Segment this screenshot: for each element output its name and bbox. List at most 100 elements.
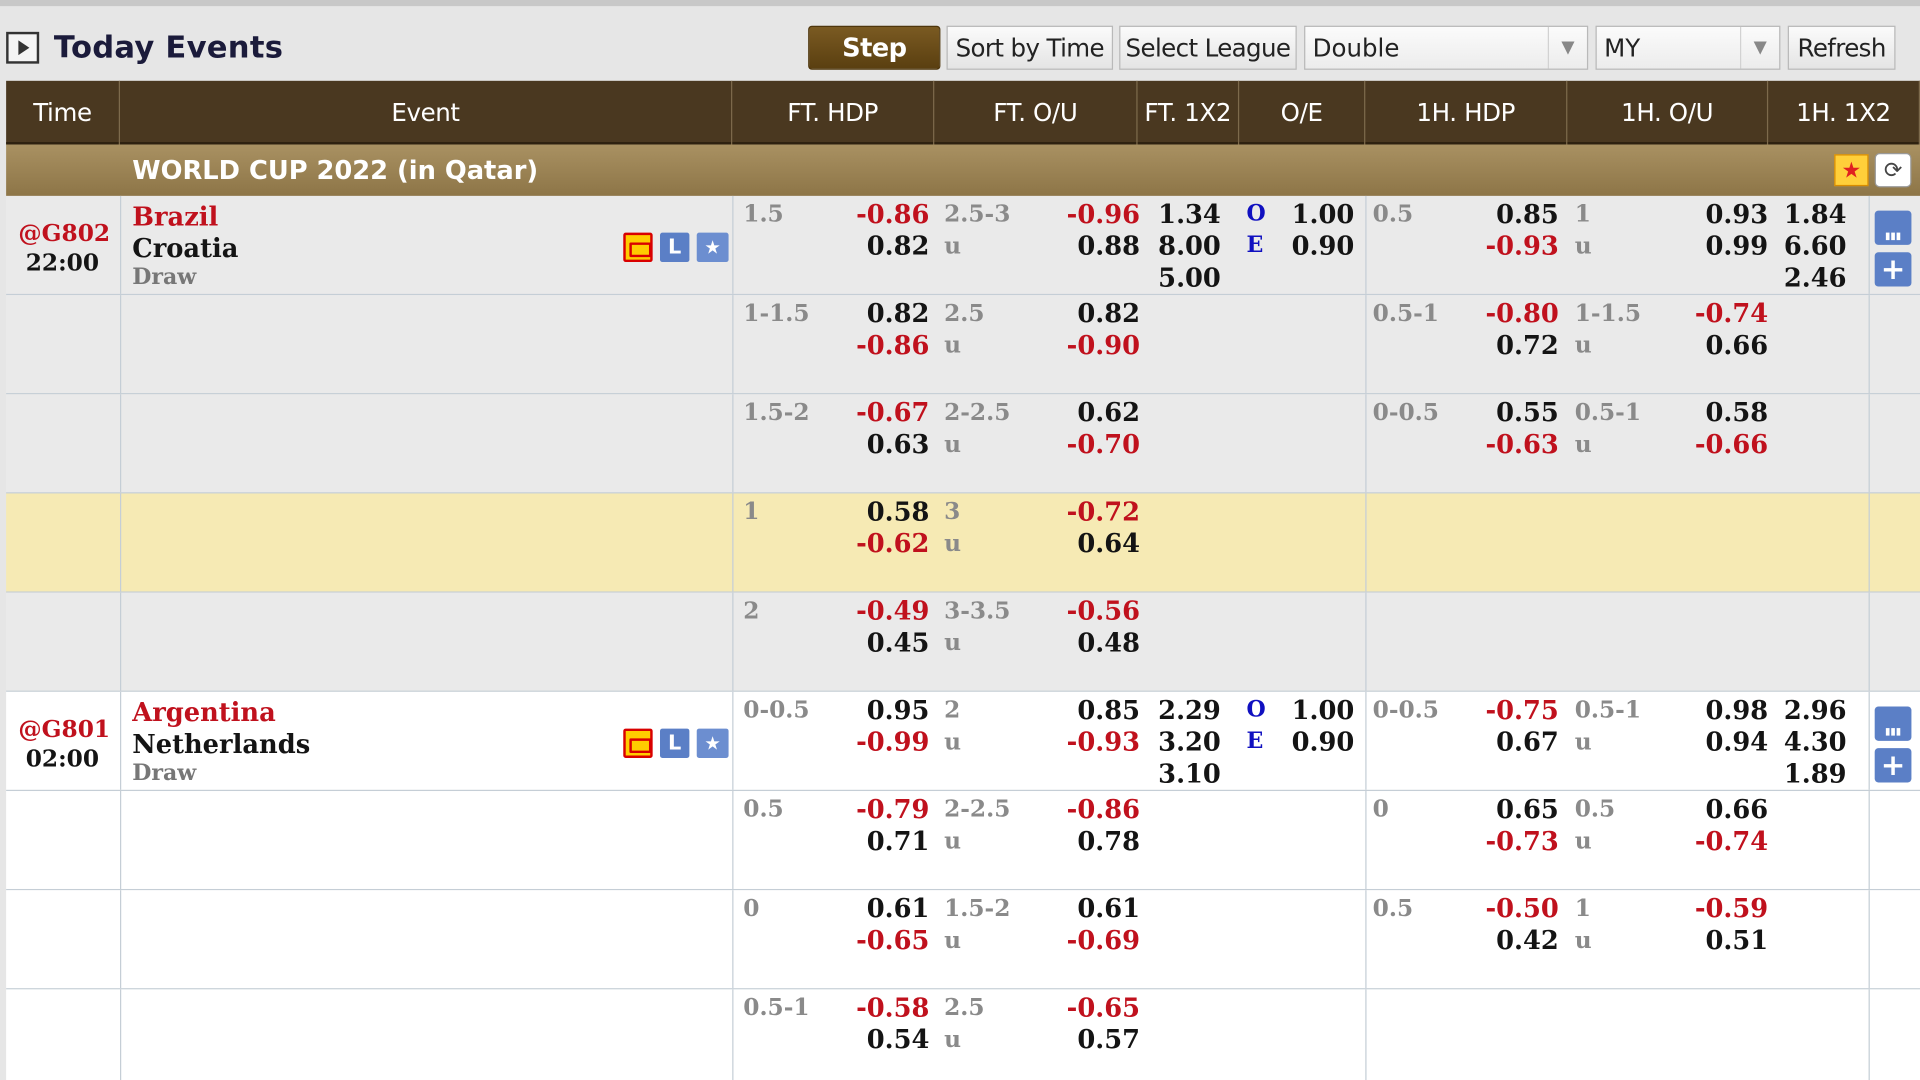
h-1x2-odds[interactable]: 2.46 [1784, 262, 1847, 294]
live-tv-icon[interactable] [623, 728, 653, 758]
ft-hdp-odds-bottom[interactable]: 0.63 [867, 429, 930, 461]
ft-1x2-odds[interactable]: 3.10 [1158, 758, 1221, 790]
ft-hdp-odds-bottom[interactable]: 0.54 [867, 1024, 930, 1056]
odds-type-select[interactable]: MY ▼ [1595, 25, 1781, 70]
ft-ou-odds-bottom[interactable]: -0.69 [1067, 924, 1140, 956]
away-team[interactable]: Croatia [132, 233, 238, 264]
ft-hdp-odds-top[interactable]: -0.58 [856, 992, 929, 1024]
ft-ou-odds-top[interactable]: 0.82 [1077, 298, 1140, 330]
h-hdp-odds-bottom[interactable]: 0.42 [1496, 924, 1559, 956]
odd-odds[interactable]: 1.00 [1292, 198, 1355, 230]
even-odds[interactable]: 0.90 [1292, 726, 1355, 758]
h-hdp-odds-top[interactable]: -0.80 [1485, 298, 1558, 330]
ft-ou-odds-top[interactable]: -0.65 [1067, 992, 1140, 1024]
ft-ou-odds-top[interactable]: -0.72 [1067, 496, 1140, 528]
ft-ou-odds-bottom[interactable]: 0.57 [1077, 1024, 1140, 1056]
chevron-down-icon[interactable]: ▼ [1547, 26, 1587, 69]
ft-hdp-odds-top[interactable]: -0.79 [856, 793, 929, 825]
h-ou-odds-top[interactable]: -0.74 [1695, 298, 1768, 330]
odds-mode-select[interactable]: Double ▼ [1304, 25, 1589, 70]
play-square-icon[interactable] [6, 31, 40, 64]
live-tv-icon[interactable] [623, 232, 653, 263]
ft-1x2-odds[interactable]: 8.00 [1158, 230, 1221, 262]
plus-icon[interactable]: + [1874, 252, 1912, 287]
h-1x2-odds[interactable]: 2.96 [1784, 694, 1847, 726]
ft-ou-odds-bottom[interactable]: -0.90 [1067, 329, 1140, 361]
h-hdp-odds-bottom[interactable]: 0.67 [1496, 726, 1559, 758]
ft-ou-odds-top[interactable]: 0.62 [1077, 397, 1140, 429]
ft-hdp-odds-bottom[interactable]: 0.71 [867, 825, 930, 857]
h-hdp-odds-top[interactable]: 0.65 [1496, 793, 1559, 825]
h-ou-odds-bottom[interactable]: -0.74 [1695, 825, 1768, 857]
favorite-star-icon[interactable]: ★ [696, 728, 729, 758]
odd-odds[interactable]: 1.00 [1292, 694, 1355, 726]
h-hdp-odds-top[interactable]: 0.85 [1496, 198, 1559, 230]
h-hdp-odds-top[interactable]: -0.75 [1485, 694, 1558, 726]
h-hdp-odds-bottom[interactable]: -0.63 [1485, 429, 1558, 461]
ft-hdp-odds-bottom[interactable]: -0.99 [856, 726, 929, 758]
h-hdp-odds-top[interactable]: 0.55 [1496, 397, 1559, 429]
ft-1x2-odds[interactable]: 2.29 [1158, 694, 1221, 726]
h-1x2-odds[interactable]: 4.30 [1784, 726, 1847, 758]
ft-hdp-odds-bottom[interactable]: 0.45 [867, 627, 930, 659]
h-ou-odds-bottom[interactable]: 0.94 [1706, 726, 1769, 758]
live-l-icon[interactable]: L [660, 232, 690, 263]
ft-hdp-odds-bottom[interactable]: -0.65 [856, 924, 929, 956]
ft-hdp-odds-bottom[interactable]: -0.86 [856, 329, 929, 361]
h-hdp-odds-top[interactable]: -0.50 [1485, 893, 1558, 925]
away-team[interactable]: Netherlands [132, 729, 310, 760]
ft-hdp-odds-top[interactable]: 0.82 [867, 298, 930, 330]
ft-ou-odds-bottom[interactable]: -0.93 [1067, 726, 1140, 758]
h-ou-odds-top[interactable]: 0.98 [1706, 694, 1769, 726]
h-ou-odds-top[interactable]: 0.93 [1706, 198, 1769, 230]
h-ou-odds-bottom[interactable]: 0.51 [1706, 924, 1769, 956]
ft-hdp-odds-top[interactable]: 0.61 [867, 893, 930, 925]
ft-ou-odds-bottom[interactable]: 0.78 [1077, 825, 1140, 857]
even-odds[interactable]: 0.90 [1292, 230, 1355, 262]
h-ou-odds-bottom[interactable]: -0.66 [1695, 429, 1768, 461]
league-row[interactable]: WORLD CUP 2022 (in Qatar) ★ ⟳ [6, 144, 1920, 196]
chevron-down-icon[interactable]: ▼ [1740, 26, 1779, 69]
ft-1x2-odds[interactable]: 5.00 [1158, 262, 1221, 294]
ft-ou-odds-bottom[interactable]: -0.70 [1067, 429, 1140, 461]
ft-1x2-odds[interactable]: 3.20 [1158, 726, 1221, 758]
ft-hdp-odds-top[interactable]: 0.58 [867, 496, 930, 528]
ft-hdp-odds-bottom[interactable]: -0.62 [856, 528, 929, 560]
ft-hdp-odds-top[interactable]: 0.95 [867, 694, 930, 726]
ft-ou-odds-top[interactable]: -0.96 [1067, 198, 1140, 230]
ft-hdp-odds-bottom[interactable]: 0.82 [867, 230, 930, 262]
ft-1x2-odds[interactable]: 1.34 [1158, 198, 1221, 230]
step-button[interactable]: Step [808, 25, 941, 70]
h-ou-odds-top[interactable]: -0.59 [1695, 893, 1768, 925]
live-l-icon[interactable]: L [660, 728, 690, 758]
h-ou-odds-bottom[interactable]: 0.99 [1706, 230, 1769, 262]
h-1x2-odds[interactable]: 1.89 [1784, 758, 1847, 790]
select-league-button[interactable]: Select League [1119, 25, 1297, 70]
favorite-star-icon[interactable]: ★ [696, 232, 729, 263]
h-ou-odds-bottom[interactable]: 0.66 [1706, 329, 1769, 361]
ft-ou-odds-top[interactable]: 0.61 [1077, 893, 1140, 925]
ft-hdp-odds-top[interactable]: -0.67 [856, 397, 929, 429]
ft-ou-odds-bottom[interactable]: 0.48 [1077, 627, 1140, 659]
ft-ou-odds-bottom[interactable]: 0.88 [1077, 230, 1140, 262]
ft-hdp-odds-top[interactable]: -0.86 [856, 198, 929, 230]
h-ou-odds-top[interactable]: 0.66 [1706, 793, 1769, 825]
h-1x2-odds[interactable]: 6.60 [1784, 230, 1847, 262]
refresh-button[interactable]: Refresh [1787, 25, 1896, 70]
h-hdp-odds-bottom[interactable]: -0.73 [1485, 825, 1558, 857]
h-hdp-odds-bottom[interactable]: -0.93 [1485, 230, 1558, 262]
reload-icon[interactable]: ⟳ [1874, 153, 1912, 188]
h-hdp-odds-bottom[interactable]: 0.72 [1496, 329, 1559, 361]
favorite-star-icon[interactable]: ★ [1834, 154, 1869, 187]
home-team[interactable]: Argentina [132, 697, 276, 728]
home-team[interactable]: Brazil [132, 201, 218, 232]
bar-chart-icon[interactable]: ▮▮▮ [1874, 706, 1912, 741]
ft-hdp-odds-top[interactable]: -0.49 [856, 595, 929, 627]
h-1x2-odds[interactable]: 1.84 [1784, 198, 1847, 230]
bar-chart-icon[interactable]: ▮▮▮ [1874, 210, 1912, 245]
ft-ou-odds-top[interactable]: 0.85 [1077, 694, 1140, 726]
h-ou-odds-top[interactable]: 0.58 [1706, 397, 1769, 429]
ft-ou-odds-top[interactable]: -0.56 [1067, 595, 1140, 627]
ft-ou-odds-bottom[interactable]: 0.64 [1077, 528, 1140, 560]
plus-icon[interactable]: + [1874, 748, 1912, 783]
